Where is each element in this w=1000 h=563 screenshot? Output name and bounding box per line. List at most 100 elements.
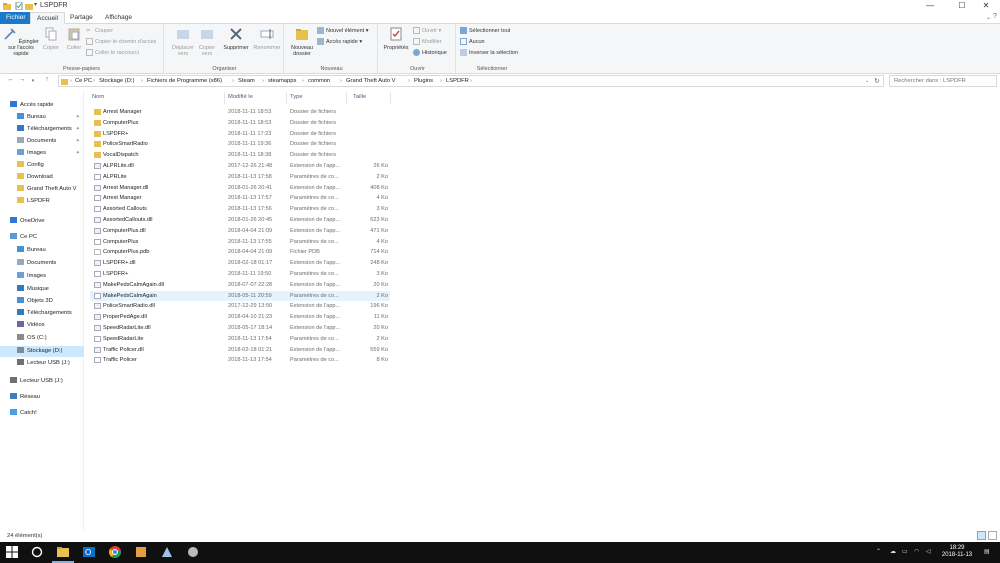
invert-selection-button[interactable]: Inverser la sélection [460,49,518,58]
sidebar-item[interactable]: Lecteur USB (J:) [0,358,84,369]
cut-button[interactable]: ✂ Couper [86,27,113,36]
chevron-down-icon[interactable]: ⌄ [986,14,991,21]
sidebar-item[interactable]: LSPDFR [0,196,84,207]
file-explorer-icon[interactable] [56,545,70,559]
action-center-icon[interactable]: ▤ [984,548,990,555]
tab-share[interactable]: Partage [64,12,99,24]
people-icon[interactable]: ⌃ [876,548,881,555]
table-row[interactable]: AssortedCallouts.dll 2018-01-26 20:45 Exte… [90,215,390,226]
properties-button[interactable]: Propriétés [382,27,410,51]
breadcrumb-gta5[interactable]: Grand Theft Auto V [346,78,396,84]
refresh-icon[interactable]: ↻ [874,77,880,85]
sidebar-item[interactable]: Stockage (D:) [0,346,84,357]
select-none-button[interactable]: Aucun [460,38,485,47]
outlook-icon[interactable]: O [82,545,96,559]
column-separator[interactable] [286,92,287,104]
move-to-button[interactable]: Déplacer vers [170,27,196,57]
sidebar-item[interactable]: OneDrive [0,216,84,227]
chevron-down-icon[interactable]: ▾ [34,1,37,8]
sidebar-item[interactable]: Catch! [0,408,84,419]
sidebar-item[interactable]: Vidéos [0,320,84,331]
column-separator[interactable] [346,92,347,104]
clock[interactable]: 18:29 2018-11-13 [937,545,977,559]
rename-button[interactable]: Renommer [252,27,282,51]
app-icon-3[interactable] [186,545,200,559]
notification-icon[interactable]: ▭ [902,548,908,555]
new-item-button[interactable]: Nouvel élément ▾ [317,27,369,36]
table-row[interactable]: LSPDFR+ 2018-11-11 17:23 Dossier de fichie… [90,129,390,140]
breadcrumb-common[interactable]: common [308,78,330,84]
edit-button[interactable]: Modifier [413,38,442,47]
table-row[interactable]: ALPRLite.dll 2017-12-26 21:48 Extension de… [90,161,390,172]
sidebar-item[interactable]: Réseau [0,392,84,403]
up-arrow-icon[interactable]: ↑ [42,76,52,83]
sidebar-item[interactable]: Objets 3D [0,296,84,307]
history-button[interactable]: Historique [413,49,447,58]
sidebar-item[interactable]: Lecteur USB (J:) [0,376,84,387]
windows-start-icon[interactable] [5,545,19,559]
app-icon-2[interactable] [160,545,174,559]
pin-icon[interactable]: ✦ [76,124,80,135]
table-row[interactable]: SpeedRadarLite.dll 2018-05-17 18:14 Extens… [90,323,390,334]
table-row[interactable]: Traffic Policer.dll 2018-02-18 01:21 Exten… [90,345,390,356]
sidebar-item[interactable]: Ce PC [0,232,84,243]
table-row[interactable]: ProperPedAge.dll 2018-04-10 21:23 Extensio… [90,312,390,323]
table-row[interactable]: MakePedsCalmAgain.dll 2018-07-07 22:28 Ext… [90,280,390,291]
sidebar-item[interactable]: Documents [0,258,84,269]
sidebar-item[interactable]: Musique [0,284,84,295]
app-icon[interactable] [134,545,148,559]
pin-icon[interactable]: ✦ [76,148,80,159]
breadcrumb-lspdfr[interactable]: LSPDFR [446,78,469,84]
sidebar-item[interactable]: Téléchargements [0,308,84,319]
table-row[interactable]: ComputerPlus.pdb 2018-04-04 21:09 Fichier … [90,247,390,258]
search-input[interactable]: Rechercher dans : LSPDFR [889,75,997,87]
properties-icon[interactable] [15,2,23,10]
pin-icon[interactable]: ✦ [76,112,80,123]
volume-icon[interactable]: ◁ [926,548,931,555]
tab-view[interactable]: Affichage [99,12,138,24]
sidebar-item[interactable]: Images [0,271,84,282]
table-row[interactable]: ComputerPlus.dll 2018-04-04 21:09 Extensio… [90,226,390,237]
chevron-down-icon[interactable]: ▾ [28,78,38,84]
close-button[interactable]: ✕ [972,0,1000,12]
address-bar[interactable]: › Ce PC › Stockage (D:) › Fichiers de Pr… [58,75,884,87]
chrome-icon[interactable] [108,545,122,559]
table-row[interactable]: MakePedsCalmAgain 2018-05-11 20:59 Paramèt… [90,290,390,302]
table-row[interactable]: Arrest Manager.dll 2018-01-26 20:41 Extens… [90,183,390,194]
breadcrumb-stockage[interactable]: Stockage (D:) [99,78,134,84]
table-row[interactable]: PoliceSmartRadio 2018-11-11 19:36 Dossier … [90,139,390,150]
table-row[interactable]: PoliceSmartRadio.dll 2017-12-29 13:50 Exte… [90,301,390,312]
table-row[interactable]: SpeedRadarLite 2018-11-13 17:54 Paramètres… [90,334,390,345]
table-row[interactable]: ALPRLite 2018-11-13 17:58 Paramètres de co… [90,172,390,183]
select-all-button[interactable]: Sélectionner tout [460,27,510,36]
pin-quick-access-button[interactable]: Épingler sur l'accès rapide [2,27,40,57]
table-row[interactable]: VocalDispatch 2018-11-11 18:38 Dossier de … [90,150,390,161]
tab-file[interactable]: Fichier [0,12,32,24]
sidebar-item[interactable]: Accès rapide [0,100,84,111]
sidebar-item[interactable]: Config [0,160,84,171]
details-view-icon[interactable] [977,531,986,540]
minimize-button[interactable]: — [916,0,944,12]
wifi-icon[interactable]: ◠ [914,548,919,555]
column-header-type[interactable]: Type [290,94,303,100]
sidebar-item[interactable]: OS (C:) [0,333,84,344]
column-header-size[interactable]: Taille [353,94,366,100]
back-arrow-icon[interactable]: ← [6,76,16,83]
column-separator[interactable] [224,92,225,104]
breadcrumb-steamapps[interactable]: steamapps [268,78,296,84]
table-row[interactable]: Arrest Manager 2018-11-11 18:53 Dossier de… [90,107,390,118]
open-button[interactable]: Ouvrir ▾ [413,27,441,36]
sidebar-item[interactable]: Grand Theft Auto V [0,184,84,195]
new-folder-icon[interactable] [25,2,33,10]
tab-home[interactable]: Accueil [30,12,65,24]
breadcrumb-program-files[interactable]: Fichiers de Programme (x86) [147,78,222,84]
chevron-down-icon[interactable]: ⌄ [865,78,869,84]
sidebar-item[interactable]: Images ✦ [0,148,84,159]
sidebar-item[interactable]: Download [0,172,84,183]
copy-path-button[interactable]: Copier le chemin d'accès [86,38,156,47]
sidebar-item[interactable]: Téléchargements ✦ [0,124,84,135]
column-header-date[interactable]: Modifié le [228,94,253,100]
column-header-name[interactable]: Nom [92,94,104,100]
breadcrumb-steam[interactable]: Steam [238,78,255,84]
copy-to-button[interactable]: Copier vers [196,27,218,57]
